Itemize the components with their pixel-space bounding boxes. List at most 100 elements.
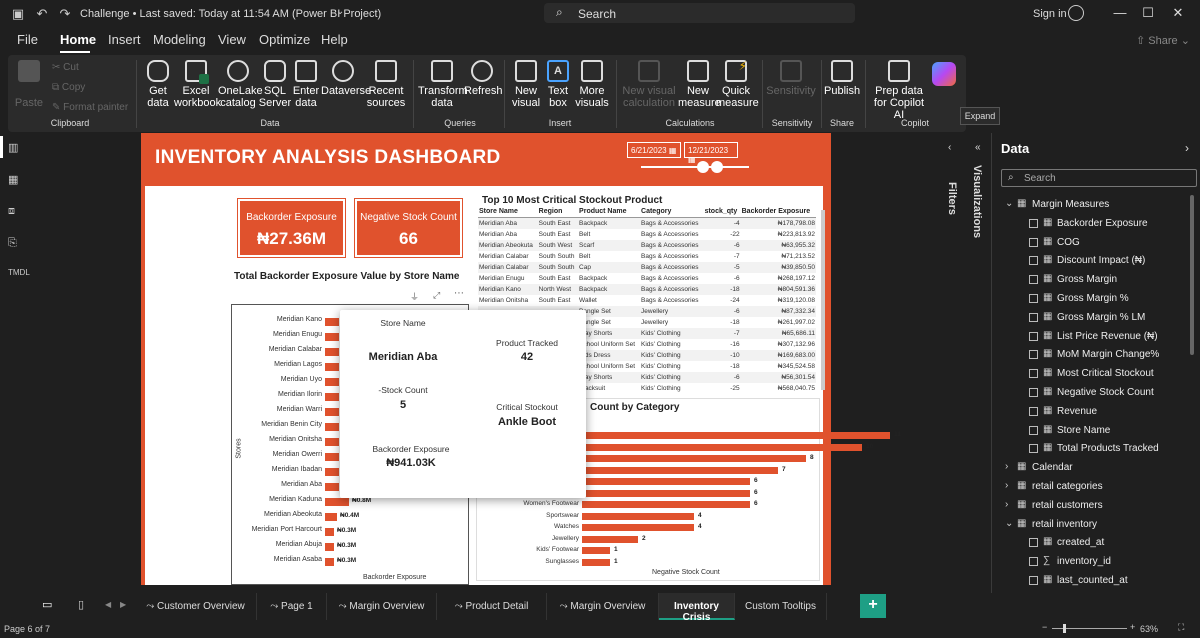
measure-item[interactable]: ▦ Discount Impact (₦) <box>993 251 1200 270</box>
data-pane-scrollbar[interactable] <box>1190 195 1194 355</box>
checkbox[interactable] <box>1029 406 1038 416</box>
checkbox[interactable] <box>1029 331 1038 341</box>
checkbox[interactable] <box>1029 256 1038 266</box>
checkbox[interactable] <box>1029 312 1038 322</box>
filters-label[interactable]: Filters <box>946 182 958 215</box>
checkbox[interactable] <box>1029 557 1038 567</box>
checkbox[interactable] <box>1029 275 1038 285</box>
maximize-icon[interactable]: ☐ <box>1138 5 1158 23</box>
visualizations-label[interactable]: Visualizations <box>971 165 983 238</box>
table-row[interactable]: Meridian Calabar South South Belt Bags & Ac… <box>478 251 816 262</box>
expand-visualizations-icon[interactable]: « <box>975 142 981 153</box>
bar-row[interactable]: Jewellery 2 <box>480 534 820 545</box>
save-icon[interactable]: ▣ <box>10 6 26 22</box>
measure-item[interactable]: ▦ List Price Revenue (₦) <box>993 327 1200 346</box>
measure-item[interactable]: ▦ Negative Stock Count <box>993 383 1200 402</box>
table-item[interactable]: › ▦ retail customers <box>993 496 1200 515</box>
column-header[interactable]: Region <box>537 206 579 218</box>
quick-measure-button[interactable]: ⚡ Quick measure <box>716 60 759 109</box>
table-row[interactable]: Meridian Kano North West Backpack Bags & Ac… <box>478 283 816 295</box>
checkbox[interactable] <box>1029 369 1038 379</box>
column-header[interactable]: stock_qty <box>703 206 741 218</box>
checkbox[interactable] <box>1029 294 1038 303</box>
more-options-icon[interactable]: ⋯ <box>454 288 464 299</box>
prep-copilot-button[interactable]: Prep data for Copilot AI <box>868 60 930 121</box>
menu-home[interactable]: Home <box>60 32 96 47</box>
table-row[interactable]: Meridian Onitsha South East Wallet Bags & A… <box>478 295 816 306</box>
table-row[interactable]: Meridian Aba South East Backpack Bags & Acc… <box>478 217 816 229</box>
menu-help[interactable]: Help <box>321 32 348 47</box>
checkbox[interactable] <box>1029 237 1038 247</box>
table-item[interactable]: › ▦ Calendar <box>993 458 1200 477</box>
zoom-out-icon[interactable]: − <box>1042 622 1047 632</box>
date-start-input[interactable]: 6/21/2023 ▦ <box>627 142 681 158</box>
column-header[interactable]: Store Name <box>478 206 538 218</box>
add-page-button[interactable]: + <box>860 594 886 618</box>
sql-server-button[interactable]: SQL Server <box>258 60 292 109</box>
checkbox[interactable] <box>1029 388 1038 397</box>
measure-item[interactable]: ▦ Backorder Exposure <box>993 214 1200 233</box>
table-scrollbar[interactable] <box>821 210 825 390</box>
redo-icon[interactable]: ↷ <box>57 6 73 22</box>
search-box[interactable]: ⌕ Search <box>544 3 855 23</box>
slider-handle-end[interactable] <box>711 161 723 173</box>
menu-file[interactable]: File <box>17 32 38 47</box>
copy-button[interactable]: ⧉ Copy <box>52 82 85 93</box>
sign-in-link[interactable]: Sign in <box>1033 8 1067 20</box>
enter-data-button[interactable]: Enter data <box>291 60 321 109</box>
transform-data-button[interactable]: Transform data <box>418 60 468 109</box>
measure-item[interactable]: ▦ Gross Margin <box>993 270 1200 289</box>
get-data-button[interactable]: Get data <box>142 60 174 109</box>
measure-item[interactable]: ▦ Total Products Tracked <box>993 439 1200 458</box>
bar-row[interactable]: Meridian Abuja ₦0.3M <box>170 541 470 553</box>
publish-button[interactable]: Publish <box>824 60 860 97</box>
cut-button[interactable]: ✂ Cut <box>52 62 79 73</box>
sensitivity-button[interactable]: Sensitivity <box>766 60 816 97</box>
page-tab[interactable]: ⤳ Product Detail <box>437 593 547 620</box>
table-row[interactable]: Meridian Enugu South East Backpack Bags & A… <box>478 273 816 284</box>
date-slider[interactable] <box>641 166 749 168</box>
desktop-layout-icon[interactable]: ▭ <box>42 598 52 611</box>
checkbox[interactable] <box>1029 538 1038 548</box>
field-item[interactable]: ▦ last_counted_at <box>993 571 1200 590</box>
refresh-button[interactable]: Refresh <box>464 60 503 97</box>
field-item[interactable]: ▦ created_at <box>993 533 1200 552</box>
bar-row[interactable]: Women's Footwear 6 <box>480 499 820 510</box>
prev-page-icon[interactable]: ◀ <box>105 600 111 609</box>
bar-row[interactable]: Meridian Port Harcourt ₦0.3M <box>170 526 470 538</box>
slider-handle-start[interactable] <box>697 161 709 173</box>
table-row[interactable]: Meridian Aba South East Belt Bags & Accesso… <box>478 229 816 240</box>
format-painter-button[interactable]: ✎ Format painter <box>52 102 128 113</box>
bar-row[interactable]: Sportswear 4 <box>480 511 820 522</box>
zoom-handle[interactable] <box>1063 624 1066 633</box>
measures-group[interactable]: ⌄ ▦ Margin Measures <box>993 195 1200 214</box>
share-button[interactable]: ⇧ Share ⌄ <box>1132 31 1194 51</box>
model-view-icon[interactable]: ⧈ <box>8 205 24 219</box>
checkbox[interactable] <box>1029 444 1038 454</box>
next-page-icon[interactable]: ▶ <box>120 600 126 609</box>
bar-row[interactable]: Meridian Abeokuta ₦0.4M <box>170 511 470 523</box>
undo-icon[interactable]: ↶ <box>34 6 50 22</box>
column-header[interactable]: Backorder Exposure <box>740 206 816 218</box>
measure-item[interactable]: ▦ Store Name <box>993 421 1200 440</box>
tmdl-view-icon[interactable]: TMDL <box>8 268 30 282</box>
checkbox[interactable] <box>1029 350 1038 360</box>
mobile-layout-icon[interactable]: ▯ <box>78 598 84 611</box>
collapse-data-icon[interactable]: › <box>1185 141 1189 155</box>
data-search-input[interactable]: ⌕ Search <box>1001 169 1197 187</box>
table-view-icon[interactable]: ▦ <box>8 173 24 187</box>
field-item[interactable]: ∑ inventory_id <box>993 552 1200 571</box>
dataverse-button[interactable]: Dataverse <box>321 60 371 97</box>
page-tab[interactable]: ⤳ Margin Overview <box>547 593 659 620</box>
checkbox[interactable] <box>1029 425 1038 435</box>
measure-item[interactable]: ▦ Gross Margin % <box>993 289 1200 308</box>
copilot-icon[interactable] <box>932 62 956 86</box>
column-header[interactable]: Product Name <box>578 206 641 218</box>
table-item[interactable]: ⌄ ▦ retail inventory <box>993 515 1200 534</box>
measure-item[interactable]: ▦ MoM Margin Change% <box>993 345 1200 364</box>
fit-page-icon[interactable]: ⛶ <box>1178 622 1184 633</box>
bar-row[interactable]: Kids' Footwear 1 <box>480 545 820 556</box>
measure-item[interactable]: ▦ Gross Margin % LM <box>993 308 1200 327</box>
close-icon[interactable]: ✕ <box>1168 5 1188 23</box>
page-tab[interactable]: Inventory Crisis <box>659 593 735 623</box>
